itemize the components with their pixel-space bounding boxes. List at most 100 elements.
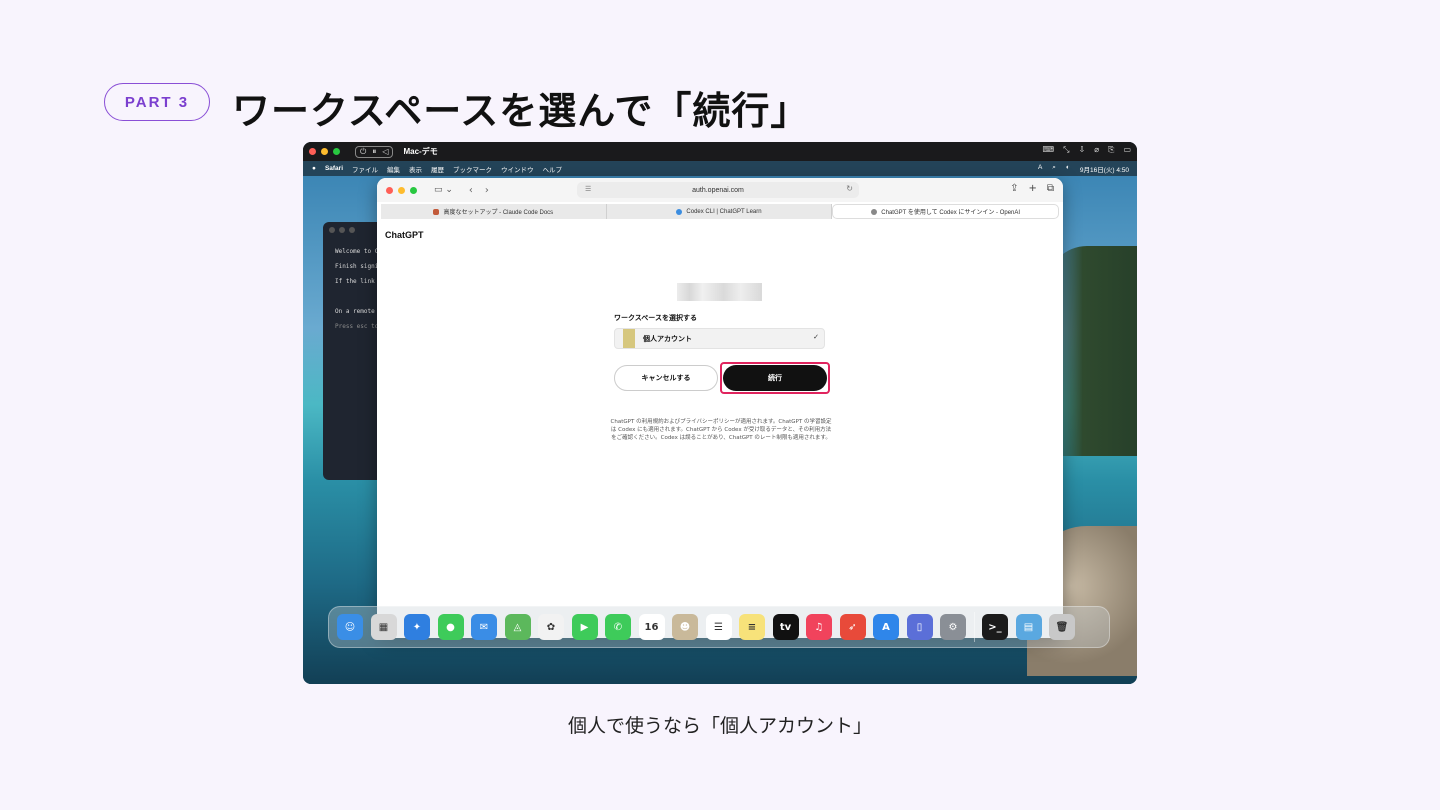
terms-notice: ChatGPT の利用規約およびプライバシーポリシーが適用されます。ChatGP… (602, 418, 840, 442)
minimize-icon[interactable] (321, 148, 328, 155)
finder-icon[interactable]: ☺ (337, 614, 363, 640)
vm-control-group: ⏻ ⏸ ◁ (355, 145, 394, 158)
favicon-icon (871, 208, 878, 215)
macos-menubar: ● Safari ファイル 編集 表示 履歴 ブックマーク ウインドウ ヘルプ … (303, 161, 1137, 176)
terms-line: ChatGPT の利用規約およびプライバシーポリシーが適用されます。ChatGP… (610, 419, 832, 425)
safari-toolbar: ▭ ⌄ ‹ › ☰ auth.openai.com ↻ ⇪ + ⧉ (377, 178, 1063, 202)
downloads-icon[interactable]: ▤ (1015, 614, 1042, 640)
maps-icon[interactable]: ◬ (504, 614, 531, 640)
contacts-icon[interactable]: ☻ (672, 614, 698, 640)
terminal-window-controls (323, 222, 385, 238)
slide-title: ワークスペースを選んで「続行」 (232, 89, 810, 133)
vm-screen: ⏻ ⏸ ◁ Mac-デモ ⌨ ⤡ ⇩ ⌀ ⎘ ▭ ● Safari ファイル 編… (303, 142, 1137, 684)
dock-separator (973, 612, 975, 642)
disk-icon[interactable]: ⇩ (1079, 145, 1086, 155)
mail-icon[interactable]: ✉ (471, 614, 497, 640)
tv-icon[interactable]: tv (772, 614, 799, 640)
close-icon[interactable] (386, 186, 393, 194)
tab-codex-cli[interactable]: Codex CLI | ChatGPT Learn (606, 204, 833, 219)
minimize-icon[interactable] (339, 227, 345, 233)
window-icon[interactable]: ▭ (1123, 145, 1131, 155)
keyboard-icon[interactable]: ⌨ (1043, 145, 1055, 155)
zoom-icon[interactable] (333, 148, 340, 155)
address-bar[interactable]: ☰ auth.openai.com ↻ (577, 182, 859, 198)
redacted-email (677, 283, 762, 301)
terminal-output: Welcome to C Finish signi If the link On… (323, 238, 385, 334)
phone-icon[interactable]: ✆ (605, 614, 631, 640)
facetime-icon[interactable]: ▶ (571, 614, 598, 640)
tab-openai-signin[interactable]: ChatGPT を使用して Codex にサインイン - OpenAI (832, 204, 1060, 219)
app-store-icon[interactable]: A (873, 614, 899, 640)
resize-icon[interactable]: ⤡ (1063, 145, 1069, 155)
launchpad-icon[interactable]: ▦ (370, 614, 397, 640)
page-settings-icon[interactable]: ☰ (585, 185, 591, 193)
menu-file[interactable]: ファイル (352, 164, 378, 174)
tab-claude-docs[interactable]: 高度なセットアップ - Claude Code Docs (381, 204, 607, 219)
terms-line: をご確認ください。Codex は誤ることがあり、ChatGPT のレート制限も適… (611, 435, 831, 441)
menu-history[interactable]: 履歴 (431, 164, 444, 174)
check-icon: ✓ (813, 333, 819, 341)
terms-line: は Codex にも適用されます。ChatGPT から Codex が受け取るデ… (610, 427, 832, 433)
workspace-label: ワークスペースを選択する (614, 314, 697, 322)
tab-overview-icon[interactable]: ⧉ (1047, 183, 1054, 194)
power-icon[interactable]: ⏻ (360, 147, 366, 157)
menu-safari[interactable]: Safari (325, 165, 343, 172)
web-page: ChatGPT ワークスペースを選択する 個人アカウント ✓ キャンセルする 続… (377, 220, 1063, 638)
reminders-icon[interactable]: ☰ (705, 614, 732, 640)
close-icon[interactable] (309, 148, 316, 155)
zoom-icon[interactable] (410, 186, 417, 194)
vm-toolbar-right: ⌨ ⤡ ⇩ ⌀ ⎘ ▭ (1043, 145, 1131, 155)
pause-icon[interactable]: ⏸ (372, 147, 376, 157)
menubar-status: A ⌕ ◐ 9月16日(火) 4:50 (1038, 164, 1129, 174)
launcher-icon[interactable]: ➶ (839, 614, 866, 640)
url-text: auth.openai.com (692, 186, 744, 194)
sidebar-toggle-icon[interactable]: ▭ ⌄ (434, 185, 453, 195)
reload-icon[interactable]: ↻ (846, 184, 853, 193)
toolbar-actions: ⇪ + ⧉ (1010, 183, 1054, 194)
part-badge: PART 3 (104, 83, 210, 121)
workspace-avatar (623, 329, 635, 348)
menubar-clock[interactable]: 9月16日(火) 4:50 (1080, 164, 1129, 174)
forward-icon[interactable]: › (485, 185, 489, 196)
close-icon[interactable] (329, 227, 335, 233)
cancel-button[interactable]: キャンセルする (614, 365, 718, 391)
tab-label: Codex CLI | ChatGPT Learn (686, 208, 762, 215)
photos-icon[interactable]: ✿ (538, 614, 564, 640)
favicon-icon (676, 208, 683, 215)
input-source-icon[interactable]: A (1038, 164, 1042, 174)
back-icon[interactable]: ‹ (469, 185, 473, 196)
network-icon[interactable]: ⌀ (1094, 145, 1099, 155)
menu-bookmarks[interactable]: ブックマーク (453, 164, 492, 174)
calendar-icon[interactable]: 16 (638, 614, 665, 640)
workspace-select[interactable]: 個人アカウント ✓ (614, 328, 825, 349)
menu-edit[interactable]: 編集 (387, 164, 400, 174)
notes-icon[interactable]: ≡ (739, 614, 765, 640)
control-center-icon[interactable]: ◐ (1066, 164, 1070, 174)
continue-button[interactable]: 続行 (723, 365, 827, 391)
iphone-mirroring-icon[interactable]: ▯ (906, 614, 933, 640)
folder-share-icon[interactable]: ⎘ (1108, 145, 1114, 155)
workspace-option-label: 個人アカウント (643, 334, 692, 343)
new-tab-icon[interactable]: + (1028, 183, 1036, 194)
spotlight-icon[interactable]: ⌕ (1052, 164, 1056, 174)
back-icon[interactable]: ◁ (382, 147, 388, 156)
safari-icon[interactable]: ✦ (404, 614, 430, 640)
trash-icon[interactable]: 🗑 (1049, 614, 1075, 640)
tab-bar: 高度なセットアップ - Claude Code Docs Codex CLI |… (381, 204, 1060, 219)
apple-icon[interactable]: ● (312, 165, 316, 172)
share-icon[interactable]: ⇪ (1010, 183, 1018, 194)
terminal-window[interactable]: Welcome to C Finish signi If the link On… (323, 222, 385, 480)
terminal-icon[interactable]: >_ (982, 614, 1008, 640)
safari-window: ▭ ⌄ ‹ › ☰ auth.openai.com ↻ ⇪ + ⧉ 高度なセット… (377, 178, 1063, 638)
minimize-icon[interactable] (398, 186, 405, 194)
music-icon[interactable]: ♫ (806, 614, 832, 640)
menu-help[interactable]: ヘルプ (543, 164, 563, 174)
settings-icon[interactable]: ⚙ (940, 614, 966, 640)
dock: ☺ ▦ ✦ ● ✉ ◬ ✿ ▶ ✆ 16 ☻ ☰ ≡ tv ♫ ➶ A ▯ ⚙ >_ ▤ 🗑 (328, 606, 1110, 648)
vm-titlebar: ⏻ ⏸ ◁ Mac-デモ ⌨ ⤡ ⇩ ⌀ ⎘ ▭ (303, 142, 1137, 161)
menu-view[interactable]: 表示 (409, 164, 422, 174)
nav-buttons: ‹ › (469, 185, 489, 196)
menu-window[interactable]: ウインドウ (501, 164, 534, 174)
messages-icon[interactable]: ● (437, 614, 464, 640)
zoom-icon[interactable] (349, 227, 355, 233)
